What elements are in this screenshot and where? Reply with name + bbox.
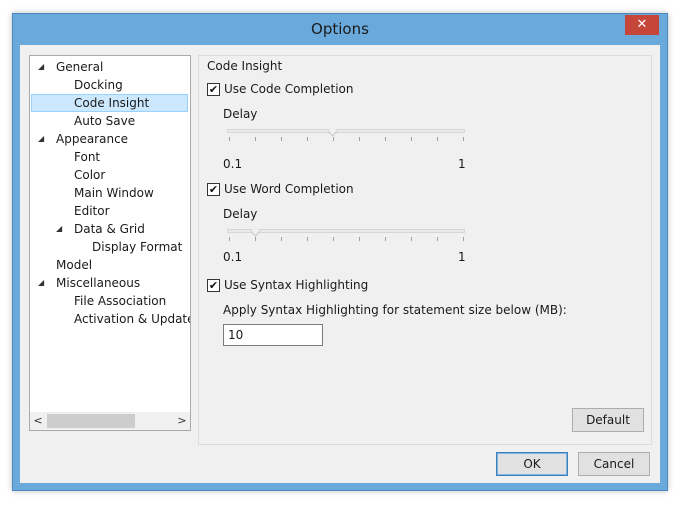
slider-tick — [281, 137, 282, 141]
tree-item-color[interactable]: Color — [30, 166, 190, 184]
slider-tick — [229, 237, 230, 241]
statement-size-label: Apply Syntax Highlighting for statement … — [223, 303, 567, 317]
collapse-icon[interactable]: ◢ — [38, 58, 48, 76]
tree-item-label: Data & Grid — [74, 222, 145, 236]
tree-item-main-window[interactable]: Main Window — [30, 184, 190, 202]
slider-tick — [333, 237, 334, 241]
slider-track — [227, 229, 465, 233]
tree-item-label: Model — [56, 258, 93, 272]
tree-item-display-format[interactable]: Display Format — [30, 238, 190, 256]
slider-tick — [359, 137, 360, 141]
scrollbar-thumb[interactable] — [47, 414, 135, 428]
cancel-button[interactable]: Cancel — [578, 452, 650, 476]
tree-item-label: Activation & Updater — [74, 312, 191, 326]
code-completion-checkbox[interactable]: ✔ — [207, 83, 220, 96]
code-completion-delay-slider[interactable] — [227, 126, 465, 143]
tree-item-editor[interactable]: Editor — [30, 202, 190, 220]
slider-tick — [411, 237, 412, 241]
tree-item-docking[interactable]: Docking — [30, 76, 190, 94]
slider-tick — [463, 237, 464, 241]
tree-horizontal-scrollbar[interactable]: < > — [30, 412, 190, 430]
default-button[interactable]: Default — [572, 408, 644, 432]
slider-tick — [437, 137, 438, 141]
syntax-highlighting-label[interactable]: Use Syntax Highlighting — [224, 278, 368, 292]
check-icon: ✔ — [208, 83, 219, 96]
collapse-icon[interactable]: ◢ — [38, 130, 48, 148]
slider-tick — [229, 137, 230, 141]
slider-tick — [437, 237, 438, 241]
slider-max-label: 1 — [458, 250, 466, 264]
tree-item-label: Font — [74, 150, 101, 164]
slider-min-label: 0.1 — [223, 250, 243, 264]
slider-track — [227, 129, 465, 133]
slider-max-label: 1 — [458, 157, 466, 171]
collapse-icon[interactable]: ◢ — [38, 274, 48, 292]
tree-item-font[interactable]: Font — [30, 148, 190, 166]
tree-item-code-insight[interactable]: Code Insight — [31, 94, 188, 112]
check-icon: ✔ — [208, 279, 219, 292]
collapse-icon[interactable]: ◢ — [56, 220, 66, 238]
word-completion-label[interactable]: Use Word Completion — [224, 182, 354, 196]
statement-size-input[interactable]: 10 — [223, 324, 323, 346]
settings-panel: Code Insight ✔ Use Code Completion Delay — [198, 55, 652, 445]
word-completion-checkbox[interactable]: ✔ — [207, 183, 220, 196]
slider-tick — [385, 237, 386, 241]
word-completion-delay-slider[interactable] — [227, 226, 465, 243]
tree-item-label: Docking — [74, 78, 123, 92]
check-icon: ✔ — [208, 183, 219, 196]
tree-item-label: Editor — [74, 204, 110, 218]
slider-tick — [255, 137, 256, 141]
tree-item-label: Auto Save — [74, 114, 136, 128]
tree-item-label: Main Window — [74, 186, 154, 200]
tree-item-label: Color — [74, 168, 106, 182]
close-button[interactable]: ✕ — [625, 15, 659, 35]
slider-tick — [385, 137, 386, 141]
tree-item-file-association[interactable]: File Association — [30, 292, 190, 310]
tree-item-model[interactable]: Model — [30, 256, 190, 274]
slider-tick — [307, 137, 308, 141]
slider-min-label: 0.1 — [223, 157, 243, 171]
code-completion-delay-label: Delay — [223, 107, 258, 121]
slider-tick — [255, 237, 256, 241]
title-bar[interactable]: Options ✕ — [13, 14, 667, 44]
tree-item-label: File Association — [74, 294, 167, 308]
tree-item-label: Display Format — [92, 240, 183, 254]
tree-item-label: General — [56, 60, 104, 74]
slider-tick — [359, 237, 360, 241]
slider-tick — [463, 137, 464, 141]
ok-button[interactable]: OK — [496, 452, 568, 476]
tree-item-miscellaneous[interactable]: ◢ Miscellaneous — [30, 274, 190, 292]
options-window: Options ✕ ◢ General Docking Code Insight… — [12, 13, 668, 491]
tree-item-label: Appearance — [56, 132, 129, 146]
tree-item-activation-updater[interactable]: Activation & Updater — [30, 310, 190, 328]
syntax-highlighting-checkbox[interactable]: ✔ — [207, 279, 220, 292]
tree-item-general[interactable]: ◢ General — [30, 58, 190, 76]
word-completion-delay-label: Delay — [223, 207, 258, 221]
slider-tick — [307, 237, 308, 241]
close-icon: ✕ — [636, 17, 648, 32]
tree-item-data-grid[interactable]: ◢ Data & Grid — [30, 220, 190, 238]
code-completion-label[interactable]: Use Code Completion — [224, 82, 354, 96]
group-title: Code Insight — [207, 59, 283, 73]
window-title: Options — [311, 20, 369, 38]
dialog-client: ◢ General Docking Code Insight Auto Save… — [20, 45, 660, 483]
tree-item-appearance[interactable]: ◢ Appearance — [30, 130, 190, 148]
tree-item-label: Code Insight — [74, 96, 150, 110]
slider-tick — [411, 137, 412, 141]
scroll-right-icon[interactable]: > — [174, 412, 190, 430]
tree-item-auto-save[interactable]: Auto Save — [30, 112, 190, 130]
tree-item-label: Miscellaneous — [56, 276, 141, 290]
slider-tick — [281, 237, 282, 241]
category-tree[interactable]: ◢ General Docking Code Insight Auto Save… — [29, 55, 191, 431]
slider-tick — [333, 137, 334, 141]
scroll-left-icon[interactable]: < — [30, 412, 46, 430]
